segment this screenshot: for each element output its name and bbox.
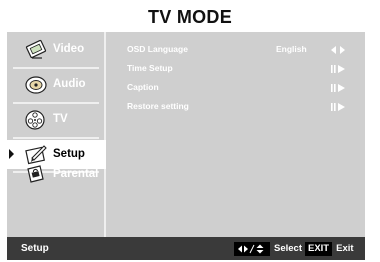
sidebar-divider xyxy=(13,137,99,139)
sidebar-item-parental[interactable]: Parental xyxy=(7,159,104,192)
parental-icon xyxy=(27,165,44,183)
sidebar-item-audio[interactable]: Audio xyxy=(7,69,104,102)
sidebar-item-label: TV xyxy=(53,113,68,125)
selection-pointer-icon xyxy=(9,149,14,159)
menu-row-value: English xyxy=(276,44,307,54)
menu-row-label: Restore setting xyxy=(127,101,189,111)
status-bar: Setup Select EXIT Exit xyxy=(7,237,365,260)
exit-hint: Exit xyxy=(336,243,354,254)
enter-arrow-icon[interactable] xyxy=(330,83,346,93)
breadcrumb: Setup xyxy=(21,243,49,254)
sidebar-item-label: Parental xyxy=(53,168,99,180)
menu-row-caption[interactable]: Caption xyxy=(127,82,362,96)
key-hints: Select EXIT Exit xyxy=(234,241,357,256)
sidebar-item-label: Video xyxy=(53,43,85,55)
menu-row-time-setup[interactable]: Time Setup xyxy=(127,63,362,77)
enter-arrow-icon[interactable] xyxy=(330,64,346,74)
left-right-arrows-icon[interactable] xyxy=(330,45,346,55)
select-hint: Select xyxy=(274,243,302,254)
page-title: TV MODE xyxy=(147,7,233,27)
navigation-keys-icon xyxy=(234,241,270,256)
audio-icon xyxy=(25,76,47,94)
enter-arrow-icon[interactable] xyxy=(330,102,346,112)
tv-reel-icon xyxy=(25,110,45,130)
menu-row-osd-language[interactable]: OSD Language English xyxy=(127,44,362,58)
sidebar-item-video[interactable]: Video xyxy=(7,34,104,67)
menu-row-label: Caption xyxy=(127,82,159,92)
osd-menu-screen: Video Audio TV Setup Parental OSD Langua… xyxy=(7,32,365,260)
menu-row-restore-setting[interactable]: Restore setting xyxy=(127,101,362,115)
exit-key[interactable]: EXIT xyxy=(305,241,333,256)
sidebar-item-label: Audio xyxy=(53,78,86,90)
sidebar-item-tv[interactable]: TV xyxy=(7,104,104,137)
menu-row-label: OSD Language xyxy=(127,44,188,54)
sidebar: Video Audio TV Setup Parental xyxy=(7,32,106,237)
video-icon xyxy=(25,39,47,59)
menu-row-label: Time Setup xyxy=(127,63,173,73)
